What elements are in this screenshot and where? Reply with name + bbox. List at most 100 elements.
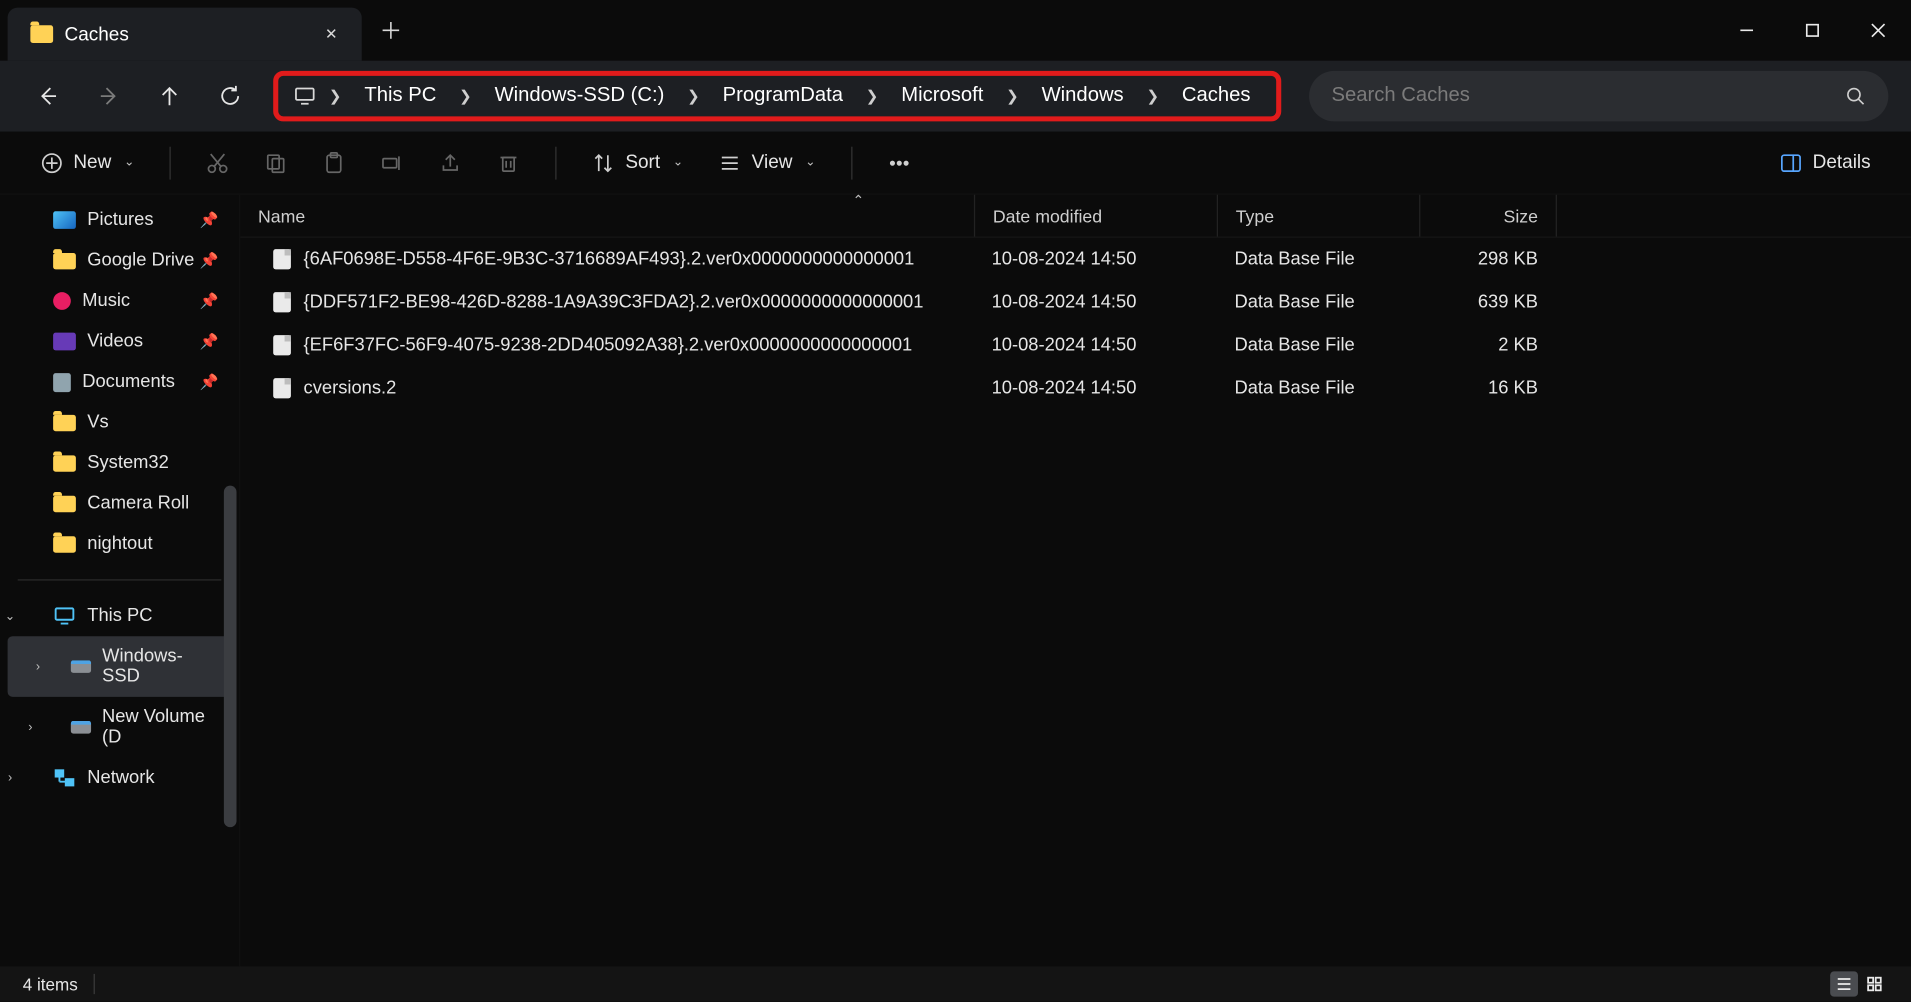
search-input[interactable] (1331, 85, 1845, 108)
sort-label: Sort (625, 152, 660, 174)
minimize-button[interactable] (1714, 0, 1780, 61)
column-type[interactable]: Type (1217, 195, 1419, 237)
file-row[interactable]: {6AF0698E-D558-4F6E-9B3C-3716689AF493}.2… (240, 238, 1911, 281)
view-thumbnails-toggle[interactable] (1861, 971, 1889, 996)
folder-icon (53, 455, 76, 471)
pic-icon (53, 211, 76, 229)
sort-button[interactable]: Sort ⌄ (580, 144, 696, 182)
sidebar: Pictures 📌 Google Drive 📌 Music 📌 Videos… (0, 195, 240, 967)
breadcrumb-windows[interactable]: Windows (1029, 85, 1136, 108)
folder-icon (53, 414, 76, 430)
file-name: cversions.2 (304, 378, 397, 398)
new-tab-button[interactable]: ＋ (362, 0, 420, 61)
chevron-right-icon[interactable]: › (3, 771, 18, 785)
chevron-right-icon[interactable]: ❯ (996, 87, 1029, 105)
sidebar-item-label: Pictures (87, 210, 153, 230)
sidebar-item-label: This PC (87, 606, 152, 626)
up-button[interactable] (144, 72, 195, 120)
close-button[interactable] (1845, 0, 1911, 61)
sidebar-item[interactable]: Documents 📌 (0, 362, 239, 402)
status-bar: 4 items (0, 966, 1911, 1001)
sidebar-item-label: Network (87, 768, 154, 788)
chevron-down-icon: ⌄ (805, 156, 816, 170)
sidebar-item[interactable]: Vs (0, 402, 239, 442)
details-label: Details (1813, 152, 1871, 174)
cut-button[interactable] (194, 144, 242, 182)
tab-title: Caches (65, 23, 308, 45)
chevron-right-icon[interactable]: ❯ (677, 87, 710, 105)
refresh-button[interactable] (205, 72, 256, 120)
breadcrumb-caches[interactable]: Caches (1169, 85, 1263, 108)
paste-button[interactable] (310, 144, 358, 182)
file-size: 298 KB (1419, 249, 1556, 269)
sidebar-item[interactable]: Videos 📌 (0, 321, 239, 361)
copy-button[interactable] (252, 144, 300, 182)
sort-indicator-icon: ⌃ (852, 192, 864, 208)
file-size: 2 KB (1419, 335, 1556, 355)
chevron-right-icon[interactable]: › (30, 660, 45, 674)
share-button[interactable] (427, 144, 475, 182)
sidebar-item-label: System32 (87, 453, 169, 473)
forward-button[interactable] (83, 72, 134, 120)
file-row[interactable]: cversions.2 10-08-2024 14:50 Data Base F… (240, 367, 1911, 410)
column-date[interactable]: Date modified (974, 195, 1217, 237)
sidebar-item[interactable]: System32 (0, 443, 239, 483)
video-icon (53, 333, 76, 351)
sidebar-drive[interactable]: › New Volume (D (0, 697, 239, 758)
view-details-toggle[interactable] (1830, 971, 1858, 996)
file-date: 10-08-2024 14:50 (974, 335, 1217, 355)
file-icon (273, 292, 291, 312)
chevron-right-icon[interactable]: ❯ (319, 87, 352, 105)
maximize-button[interactable] (1780, 0, 1846, 61)
address-bar[interactable]: ❯ This PC ❯ Windows-SSD (C:) ❯ ProgramDa… (273, 71, 1281, 122)
file-row[interactable]: {EF6F37FC-56F9-4075-9238-2DD405092A38}.2… (240, 324, 1911, 367)
column-label: Date modified (993, 206, 1102, 226)
folder-icon (53, 536, 76, 552)
sidebar-drive[interactable]: › Windows-SSD (8, 636, 232, 697)
chevron-down-icon[interactable]: ⌄ (3, 609, 18, 623)
breadcrumb-programdata[interactable]: ProgramData (710, 85, 856, 108)
file-row[interactable]: {DDF571F2-BE98-426D-8288-1A9A39C3FDA2}.2… (240, 281, 1911, 324)
folder-icon (53, 252, 76, 268)
back-button[interactable] (23, 72, 74, 120)
breadcrumb-drive[interactable]: Windows-SSD (C:) (482, 85, 677, 108)
pin-icon: 📌 (200, 333, 219, 351)
file-name: {EF6F37FC-56F9-4075-9238-2DD405092A38}.2… (304, 335, 913, 355)
column-size[interactable]: Size (1419, 195, 1556, 237)
disk-icon (71, 660, 91, 673)
chevron-down-icon: ⌄ (124, 156, 135, 170)
disk-icon (71, 721, 91, 734)
new-button[interactable]: New ⌄ (28, 144, 147, 182)
breadcrumb-microsoft[interactable]: Microsoft (889, 85, 996, 108)
view-button[interactable]: View ⌄ (706, 144, 828, 182)
chevron-right-icon[interactable]: ❯ (856, 87, 889, 105)
navigation-bar: ❯ This PC ❯ Windows-SSD (C:) ❯ ProgramDa… (0, 61, 1911, 132)
chevron-right-icon[interactable]: ❯ (1136, 87, 1169, 105)
file-name: {DDF571F2-BE98-426D-8288-1A9A39C3FDA2}.2… (304, 292, 924, 312)
window-tab[interactable]: Caches ✕ (8, 8, 362, 61)
sidebar-this-pc[interactable]: ⌄ This PC (0, 596, 239, 636)
sidebar-item[interactable]: Camera Roll (0, 483, 239, 523)
file-date: 10-08-2024 14:50 (974, 249, 1217, 269)
file-date: 10-08-2024 14:50 (974, 378, 1217, 398)
sidebar-item[interactable]: Google Drive 📌 (0, 240, 239, 280)
sidebar-item[interactable]: Pictures 📌 (0, 200, 239, 240)
search-box[interactable] (1309, 71, 1889, 122)
file-type: Data Base File (1217, 292, 1419, 312)
sidebar-item-label: New Volume (D (102, 707, 226, 747)
file-icon (273, 378, 291, 398)
breadcrumb-this-pc[interactable]: This PC (352, 85, 449, 108)
delete-button[interactable] (485, 144, 533, 182)
details-pane-button[interactable]: Details (1767, 144, 1883, 182)
folder-icon (53, 495, 76, 511)
chevron-right-icon[interactable]: › (23, 720, 38, 734)
sidebar-network[interactable]: › Network (0, 758, 239, 798)
tab-close-button[interactable]: ✕ (319, 22, 344, 47)
sidebar-item[interactable]: Music 📌 (0, 281, 239, 321)
scrollbar-thumb[interactable] (224, 486, 237, 827)
chevron-right-icon[interactable]: ❯ (449, 87, 482, 105)
rename-button[interactable] (369, 144, 417, 182)
more-button[interactable] (875, 144, 923, 182)
sidebar-item-label: nightout (87, 534, 152, 554)
sidebar-item[interactable]: nightout (0, 524, 239, 564)
